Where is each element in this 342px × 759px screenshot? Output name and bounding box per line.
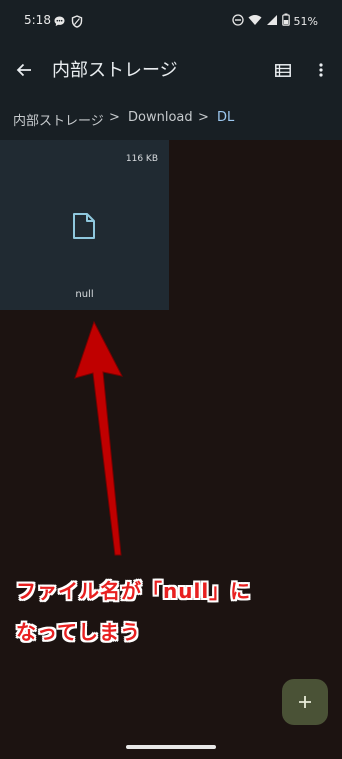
annotation-text-line1: ファイル名が「null」に xyxy=(16,579,252,603)
annotation-arrow xyxy=(74,320,123,556)
annotation-text-line2: なってしまう xyxy=(16,620,141,644)
add-button[interactable] xyxy=(282,679,328,725)
plus-icon xyxy=(299,696,311,708)
gesture-nav-handle[interactable] xyxy=(126,745,216,749)
